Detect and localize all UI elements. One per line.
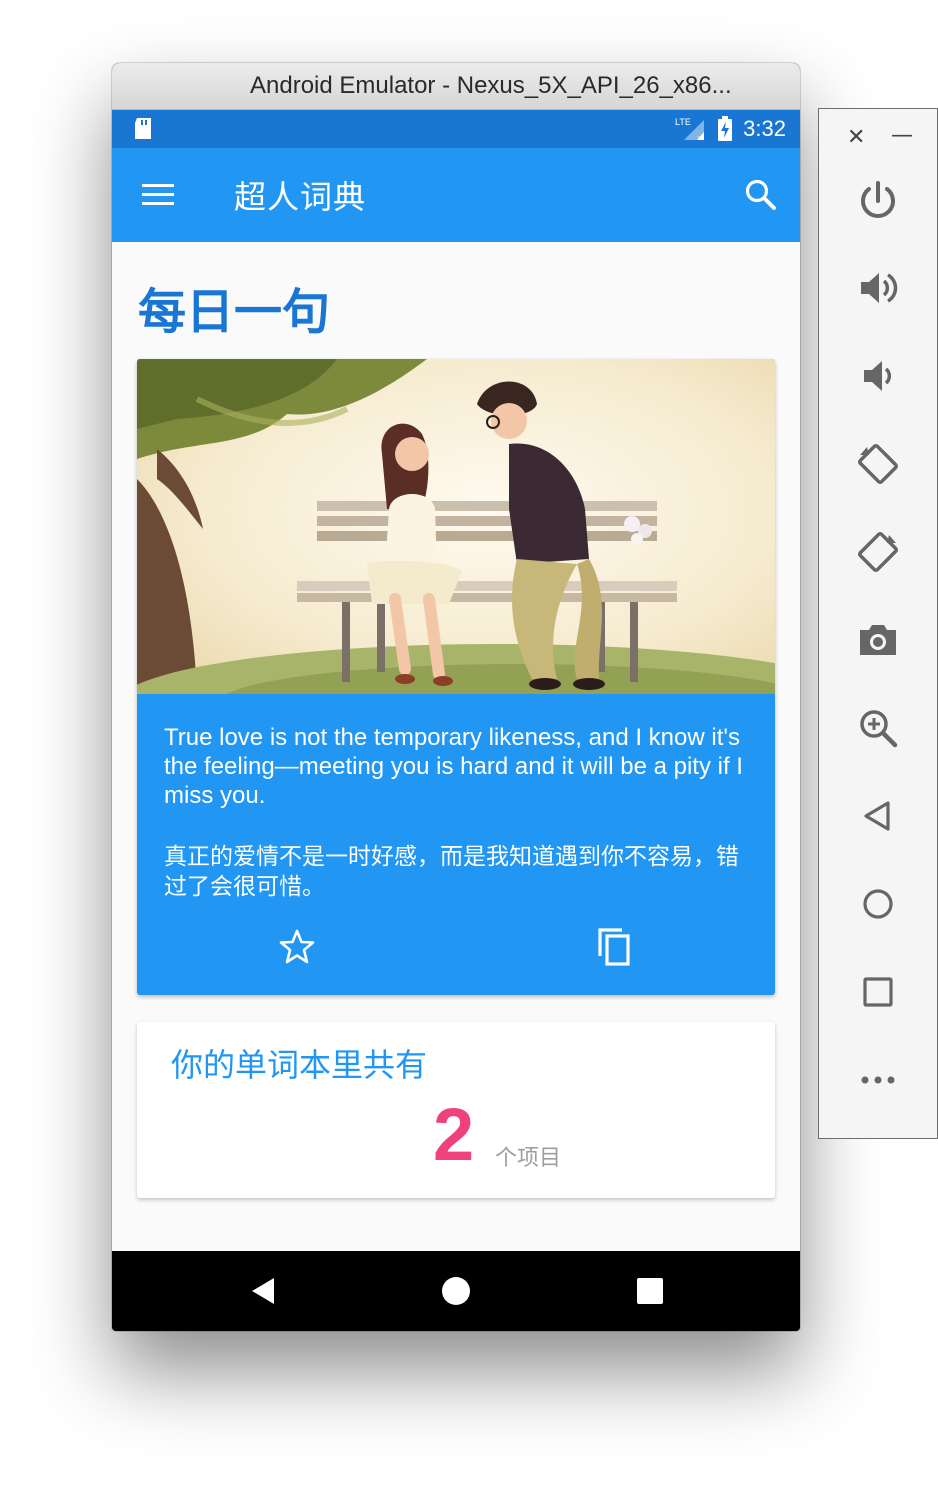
home-icon[interactable] bbox=[855, 881, 901, 927]
star-outline-icon[interactable] bbox=[277, 927, 317, 967]
battery-charging-icon bbox=[718, 116, 733, 141]
wordbook-title: 你的单词本里共有 bbox=[171, 1046, 428, 1084]
window-title: Android Emulator - Nexus_5X_API_26_x86..… bbox=[250, 72, 732, 99]
status-time: 3:32 bbox=[743, 116, 786, 141]
wordbook-count: 2 bbox=[433, 1093, 475, 1176]
quote-chinese: 真正的爱情不是一时好感，而是我知道遇到你不容易，错过了会很可惜。 bbox=[164, 844, 739, 900]
back-icon[interactable] bbox=[855, 793, 901, 839]
side-toolbar-controls: ✕ — bbox=[819, 123, 937, 150]
app-title: 超人词典 bbox=[234, 178, 367, 216]
recents-icon[interactable] bbox=[632, 1273, 668, 1309]
sd-card-icon bbox=[135, 118, 151, 139]
quote-english: True love is not the temporary likeness,… bbox=[164, 724, 743, 809]
couple-bench-illustration bbox=[137, 359, 775, 694]
overview-icon[interactable] bbox=[855, 969, 901, 1015]
volume-down-icon[interactable] bbox=[855, 353, 901, 399]
volume-up-icon[interactable] bbox=[855, 265, 901, 311]
svg-text:×: × bbox=[697, 133, 702, 142]
phone-screen: LTE × 3:32 超人词典 每日一句 True love is not th… bbox=[112, 110, 800, 1331]
back-icon[interactable] bbox=[246, 1273, 282, 1309]
menu-icon[interactable] bbox=[142, 182, 176, 208]
close-icon[interactable]: ✕ bbox=[847, 125, 865, 150]
zoom-icon[interactable] bbox=[855, 705, 901, 751]
app-bar: 超人词典 bbox=[112, 148, 800, 242]
wordbook-count-card[interactable]: 你的单词本里共有 2 个项目 bbox=[137, 1022, 775, 1198]
minimize-icon[interactable]: — bbox=[891, 123, 913, 148]
emulator-side-toolbar: ✕ — bbox=[818, 108, 938, 1139]
status-bar: LTE × 3:32 bbox=[112, 110, 800, 148]
rotate-right-icon[interactable] bbox=[855, 529, 901, 575]
copy-icon[interactable] bbox=[594, 925, 638, 969]
more-icon[interactable] bbox=[855, 1057, 901, 1103]
rotate-left-icon[interactable] bbox=[855, 441, 901, 487]
card-actions bbox=[137, 925, 775, 975]
daily-sentence-heading: 每日一句 bbox=[138, 284, 331, 340]
navigation-bar bbox=[112, 1251, 800, 1331]
signal-lte-icon: LTE × bbox=[675, 117, 705, 142]
svg-text:LTE: LTE bbox=[675, 117, 691, 127]
status-icons: LTE × 3:32 bbox=[675, 116, 786, 142]
camera-icon[interactable] bbox=[855, 617, 901, 663]
power-icon[interactable] bbox=[855, 177, 901, 223]
home-icon[interactable] bbox=[438, 1273, 474, 1309]
window-titlebar[interactable]: Android Emulator - Nexus_5X_API_26_x86..… bbox=[112, 63, 800, 110]
wordbook-unit: 个项目 bbox=[495, 1146, 562, 1171]
emulator-window: Android Emulator - Nexus_5X_API_26_x86..… bbox=[112, 63, 800, 1331]
search-icon[interactable] bbox=[744, 178, 778, 212]
daily-sentence-card: True love is not the temporary likeness,… bbox=[137, 359, 775, 995]
